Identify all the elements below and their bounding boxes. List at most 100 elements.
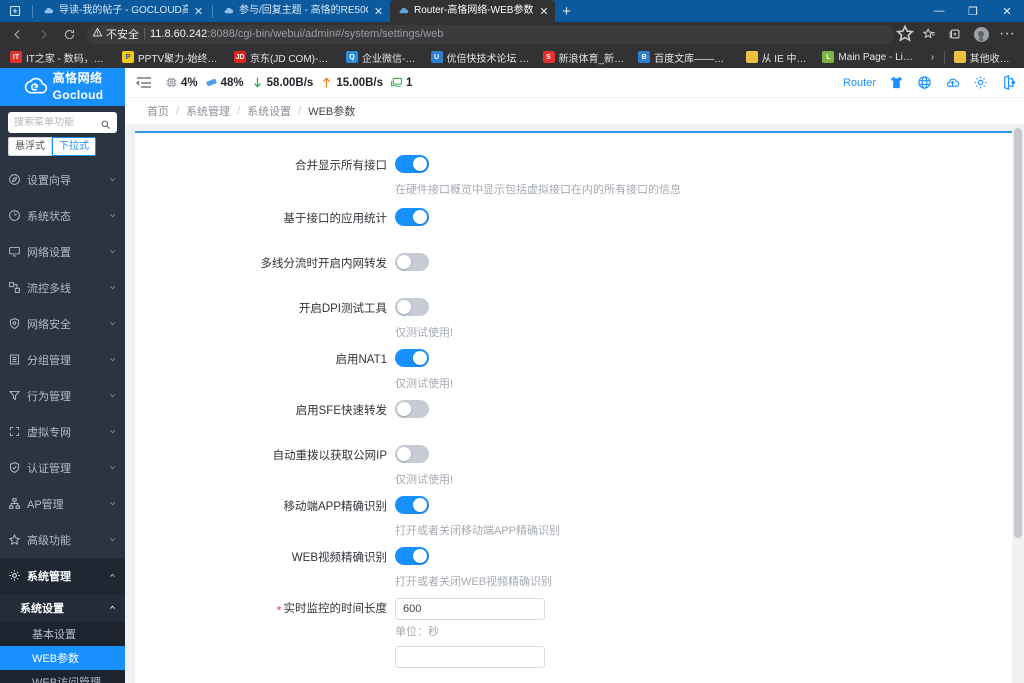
tab-close-icon[interactable]: ✕ [192,5,205,18]
breadcrumb-item-system-management[interactable]: 系统管理 [186,103,230,119]
form-row-nat1: 启用NAT1 仅测试使用! [135,349,1014,392]
toggle-dpi-tool[interactable] [395,298,429,316]
toggle-merge-interfaces[interactable] [395,155,429,173]
sidebar-item-flow-control[interactable]: 流控多线 [0,270,125,306]
toggle-sfe[interactable] [395,400,429,418]
browser-menu-icon[interactable]: ··· [994,23,1020,45]
system-settings-children: 基本设置 WEB参数 WEB访问管理 日志设置 [0,621,125,683]
reload-icon[interactable] [56,23,82,45]
sidebar-item-web-params[interactable]: WEB参数 [0,645,125,670]
bookmark-item[interactable]: P PPTV聚力-始终和你... [116,48,228,66]
toggle-lan-forward[interactable] [395,253,429,271]
toggle-interface-app-stats[interactable] [395,208,429,226]
form-row-monitor-duration: *实时监控的时间长度 单位：秒 [135,598,1014,640]
breadcrumb-item-system-settings[interactable]: 系统设置 [247,103,291,119]
bookmark-item[interactable]: Q 企业微信-祥路 [340,48,425,66]
sidebar-item-system-management[interactable]: 系统管理 [0,557,125,594]
tshirt-icon[interactable] [889,75,904,90]
cloud-upload-icon[interactable] [945,75,960,90]
browser-tab-3-active[interactable]: Router-高恪网络-WEB参数 ✕ [390,0,556,22]
breadcrumb-item-home[interactable]: 首页 [147,103,169,119]
address-bar[interactable]: 不安全 11.8.60.242:8088/cgi-bin/webui/admin… [86,24,894,44]
search-input[interactable] [14,116,96,128]
browser-tab-1[interactable]: 导读-我的帖子 - GOCLOUD高恪 ✕ [35,0,210,22]
sidebar-item-ap-management[interactable]: AP管理 [0,486,125,522]
toggle-web-video-recognition[interactable] [395,547,429,565]
tab-close-icon[interactable]: ✕ [372,5,385,18]
collections-icon[interactable] [942,23,968,45]
tab-close-icon[interactable]: ✕ [537,5,550,18]
logout-icon[interactable] [1001,75,1016,90]
brand-logo-area[interactable]: 高恪网络 Gocloud [0,68,125,106]
form-label [135,646,395,668]
sidebar-item-advanced-features[interactable]: 高级功能 [0,522,125,558]
sidebar-item-basic-settings[interactable]: 基本设置 [0,622,125,646]
tab-search-button[interactable] [0,0,30,22]
sidebar-item-setup-wizard[interactable]: 设置向导 [0,162,125,198]
next-field-input[interactable] [395,646,545,668]
role-label: Router [842,76,876,89]
sidebar-item-auth-management[interactable]: 认证管理 [0,450,125,486]
window-maximize-button[interactable]: ❐ [956,0,990,22]
mode-floating-button[interactable]: 悬浮式 [8,136,52,156]
sidebar-item-web-access-management[interactable]: WEB访问管理 [0,670,125,683]
scrollbar-thumb[interactable] [1014,128,1022,538]
bookmark-item[interactable]: JD 京东(JD COM)-综合... [228,48,340,66]
mode-dropdown-button[interactable]: 下拉式 [52,136,96,156]
sidebar-search-box[interactable] [8,111,117,133]
gauge-icon [8,209,21,222]
form-control [395,646,1014,668]
download-value: 58.00B/s [266,76,314,89]
folder-icon [953,51,966,63]
clients-stat: 1 [390,76,412,89]
back-icon[interactable] [4,23,30,45]
gear-icon[interactable] [973,75,988,90]
form-row-dpi-tool: 开启DPI测试工具 仅测试使用! [135,298,1014,341]
bookmark-item[interactable]: S新浪体育_新浪网 [537,48,633,66]
form-label: WEB视频精确识别 [291,552,387,564]
sidebar-label: 行为管理 [27,390,71,403]
bookmark-item[interactable]: B百度文库——让每... [632,48,739,66]
submenu-label: WEB访问管理 [32,676,102,683]
profile-avatar[interactable] [968,23,994,45]
sidebar-item-behavior-management[interactable]: 行为管理 [0,378,125,414]
bookmark-item[interactable]: U优倍快技术论坛 - U... [425,48,537,66]
favorites-icon[interactable] [916,23,942,45]
cpu-icon [165,76,178,89]
sidebar-label: 设置向导 [27,174,71,187]
monitor-duration-input[interactable] [395,598,545,620]
window-minimize-button[interactable]: — [922,0,956,22]
not-secure-badge[interactable]: 不安全 [92,26,139,42]
sidebar-item-network-settings[interactable]: 网络设置 [0,234,125,270]
sidebar-label: AP管理 [27,498,64,511]
globe-icon[interactable] [917,75,932,90]
form-row-auto-redial: 自动重拨以获取公网IP 仅测试使用! [135,445,1014,488]
toggle-nat1[interactable] [395,349,429,367]
cpu-value: 4% [181,76,198,89]
bookmark-item[interactable]: LMain Page - Linux... [816,48,924,66]
collapse-menu-icon[interactable] [135,74,153,92]
bookmark-item[interactable]: IT IT之家 - 数码，科技... [4,48,116,66]
browser-tab-2[interactable]: 参与/回复主题 - 高恪的RE50G实 ✕ [215,0,390,22]
window-close-button[interactable]: ✕ [990,0,1024,22]
sidebar-item-vpn[interactable]: 虚拟专网 [0,414,125,450]
sidebar-item-group-management[interactable]: 分组管理 [0,342,125,378]
bookmark-folder[interactable]: 从 IE 中导入 [740,48,817,66]
submenu-group-system-settings[interactable]: 系统设置 [0,593,125,622]
sidebar-menu: 设置向导 系统状态 网络设置 流控多线 网络安全 分组管理 行为管理 虚拟专网 … [0,162,125,683]
new-tab-button[interactable]: + [555,0,577,22]
bookmarks-divider [943,50,945,64]
bookmark-label: 从 IE 中导入 [761,53,811,65]
add-favorite-icon[interactable] [894,23,916,45]
other-bookmarks-folder[interactable]: 其他收藏夹 [948,48,1020,66]
sidebar-item-system-status[interactable]: 系统状态 [0,198,125,234]
upload-stat: 15.00B/s [320,76,383,89]
toggle-mobile-app-recognition[interactable] [395,496,429,514]
search-icon[interactable] [100,117,111,129]
form-label: 自动重拨以获取公网IP [272,450,387,462]
forward-icon[interactable] [30,23,56,45]
sidebar-item-network-security[interactable]: 网络安全 [0,306,125,342]
bookmarks-overflow-chevron-icon[interactable]: › [924,52,940,63]
toggle-auto-redial[interactable] [395,445,429,463]
